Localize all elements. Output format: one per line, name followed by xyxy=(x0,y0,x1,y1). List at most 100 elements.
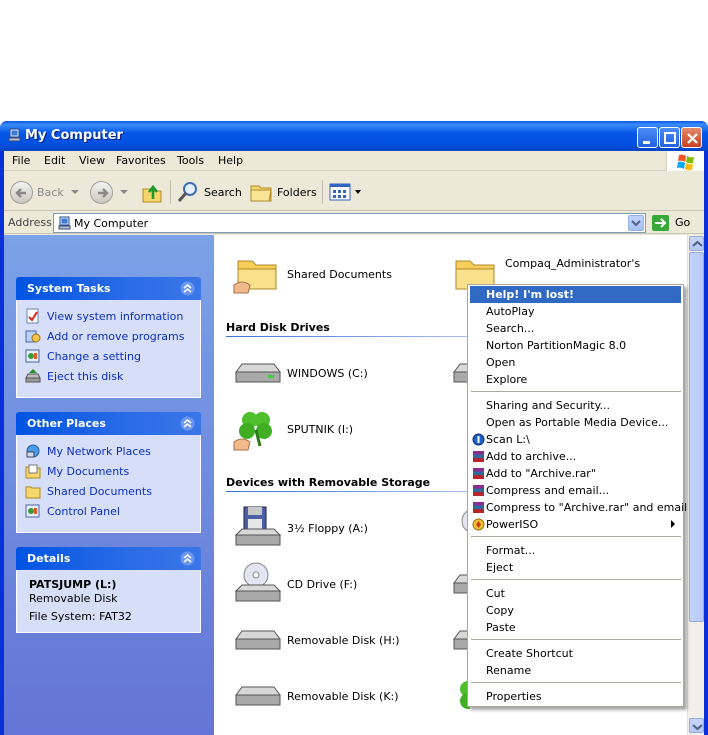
details-drive-type: Removable Disk xyxy=(29,592,118,605)
menu-paste[interactable]: Paste xyxy=(470,619,681,636)
menu-favorites[interactable]: Favorites xyxy=(116,154,166,167)
drive-removable-h[interactable]: Removable Disk (H:) xyxy=(232,617,400,663)
place-control-panel[interactable]: Control Panel xyxy=(25,503,120,519)
menu-eject[interactable]: Eject xyxy=(470,559,681,576)
menu-compress-email[interactable]: Compress and email... xyxy=(470,482,681,499)
minimize-button[interactable] xyxy=(637,127,658,148)
search-label: Search xyxy=(204,185,242,199)
menu-separator xyxy=(471,682,681,683)
menu-scan[interactable]: Scan L:\ xyxy=(470,431,681,448)
back-dropdown-icon[interactable] xyxy=(70,188,80,196)
details-title: Details xyxy=(27,552,71,565)
menu-create-shortcut[interactable]: Create Shortcut xyxy=(470,645,681,662)
winrar-icon xyxy=(473,485,484,496)
drive-cd-f[interactable]: CD Drive (F:) xyxy=(232,561,357,607)
menu-portable-media[interactable]: Open as Portable Media Device... xyxy=(470,414,681,431)
scroll-thumb[interactable] xyxy=(689,252,704,622)
back-button[interactable]: Back xyxy=(10,180,80,204)
details-panel: PATSJUMP (L:) Removable Disk File System… xyxy=(16,570,201,633)
menu-separator xyxy=(471,639,681,640)
address-value: My Computer xyxy=(74,217,149,230)
title-bar[interactable]: My Computer xyxy=(0,121,708,151)
window-title: My Computer xyxy=(25,128,123,143)
close-button[interactable] xyxy=(681,127,702,148)
maximize-button[interactable] xyxy=(659,127,680,148)
menu-poweriso[interactable]: PowerISO xyxy=(470,516,681,533)
menu-cut[interactable]: Cut xyxy=(470,585,681,602)
menu-file[interactable]: File xyxy=(12,154,30,167)
menu-view[interactable]: View xyxy=(79,154,105,167)
menu-copy[interactable]: Copy xyxy=(470,602,681,619)
drive-sputnik-i[interactable]: SPUTNIK (I:) xyxy=(232,406,353,452)
views-icon xyxy=(329,183,351,201)
folders-button[interactable]: Folders xyxy=(249,180,317,204)
my-documents-icon xyxy=(25,464,41,479)
go-button[interactable]: Go xyxy=(675,216,690,229)
menu-help-lost[interactable]: Help! I'm lost! xyxy=(470,286,681,303)
system-tasks-header[interactable]: System Tasks xyxy=(16,277,201,300)
menu-tools[interactable]: Tools xyxy=(177,154,204,167)
vertical-scrollbar[interactable] xyxy=(687,235,704,735)
menu-compress-rar-email[interactable]: Compress to "Archive.rar" and email xyxy=(470,499,687,516)
menu-format[interactable]: Format... xyxy=(470,542,681,559)
drive-removable-k[interactable]: Removable Disk (K:) xyxy=(232,673,399,719)
winrar-icon xyxy=(473,502,484,513)
views-dropdown-icon xyxy=(355,190,361,194)
menu-rename[interactable]: Rename xyxy=(470,662,681,679)
menu-open[interactable]: Open xyxy=(470,354,681,371)
menu-autoplay[interactable]: AutoPlay xyxy=(470,303,681,320)
place-my-documents[interactable]: My Documents xyxy=(25,463,129,479)
menu-partitionmagic[interactable]: Norton PartitionMagic 8.0 xyxy=(470,337,681,354)
windows-logo-icon xyxy=(666,151,704,171)
scroll-up-button[interactable] xyxy=(689,236,704,251)
go-arrow-icon[interactable] xyxy=(652,215,669,231)
submenu-arrow-icon xyxy=(671,520,675,528)
place-my-network-places[interactable]: My Network Places xyxy=(25,443,151,459)
menu-help[interactable]: Help xyxy=(218,154,243,167)
other-places-header[interactable]: Other Places xyxy=(16,412,201,435)
details-header[interactable]: Details xyxy=(16,547,201,570)
menu-add-to-archive[interactable]: Add to archive... xyxy=(470,448,681,465)
back-label: Back xyxy=(37,185,64,199)
forward-dropdown-icon[interactable] xyxy=(119,188,129,196)
address-input[interactable]: My Computer xyxy=(53,213,646,233)
scroll-down-button[interactable] xyxy=(689,718,704,733)
search-icon xyxy=(177,182,197,202)
forward-button[interactable] xyxy=(90,180,129,204)
drive-floppy-a[interactable]: 3½ Floppy (A:) xyxy=(232,505,368,551)
removable-disk-icon xyxy=(232,617,282,663)
menu-search[interactable]: Search... xyxy=(470,320,681,337)
menu-sharing-security[interactable]: Sharing and Security... xyxy=(470,397,681,414)
menu-separator xyxy=(471,391,681,392)
menu-add-to-archive-rar[interactable]: Add to "Archive.rar" xyxy=(470,465,681,482)
search-button[interactable]: Search xyxy=(176,180,242,204)
menu-explore[interactable]: Explore xyxy=(470,371,681,388)
drive-windows-c[interactable]: WINDOWS (C:) xyxy=(232,350,368,396)
removable-disk-icon xyxy=(232,673,282,719)
views-button[interactable] xyxy=(328,180,362,204)
eject-disk-icon xyxy=(25,369,41,383)
poweriso-icon xyxy=(472,518,485,531)
address-bar: Address My Computer Go xyxy=(4,212,704,234)
place-shared-documents[interactable]: Shared Documents xyxy=(25,483,152,499)
collapse-chevron-icon[interactable] xyxy=(180,416,195,431)
shared-folder-icon xyxy=(232,251,282,297)
collapse-chevron-icon[interactable] xyxy=(180,551,195,566)
up-folder-icon xyxy=(142,184,162,203)
system-information-icon xyxy=(26,308,39,324)
task-eject-disk[interactable]: Eject this disk xyxy=(25,368,123,384)
details-filesystem: File System: FAT32 xyxy=(29,610,132,623)
task-view-system-information[interactable]: View system information xyxy=(25,308,183,324)
network-places-icon xyxy=(26,444,40,458)
up-folder-button[interactable] xyxy=(140,180,164,204)
address-dropdown-button[interactable] xyxy=(628,215,644,231)
menu-edit[interactable]: Edit xyxy=(44,154,65,167)
task-change-setting[interactable]: Change a setting xyxy=(25,348,141,364)
shared-documents-folder[interactable]: Shared Documents xyxy=(232,251,392,297)
floppy-drive-icon xyxy=(232,505,282,551)
other-places-panel: My Network Places My Documents Shared Do… xyxy=(16,435,201,533)
cd-drive-icon xyxy=(232,561,282,607)
collapse-chevron-icon[interactable] xyxy=(180,281,195,296)
task-add-remove-programs[interactable]: Add or remove programs xyxy=(25,328,185,344)
menu-properties[interactable]: Properties xyxy=(470,688,681,705)
